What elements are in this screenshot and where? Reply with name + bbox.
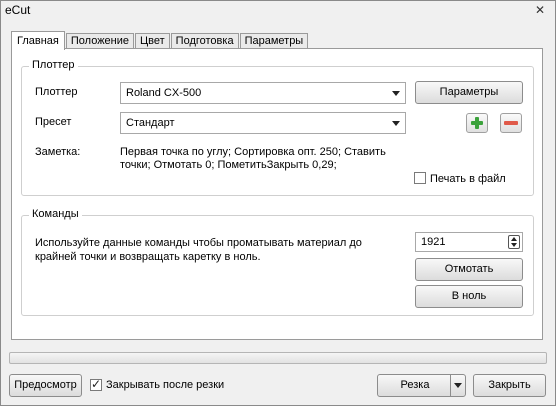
rewind-amount-value: 1921	[421, 236, 446, 248]
title-bar: eCut ✕	[1, 1, 555, 21]
preset-label: Пресет	[35, 116, 72, 128]
note-label: Заметка:	[35, 146, 81, 158]
rewind-amount-spinbox[interactable]: 1921	[415, 232, 523, 252]
progress-bar	[9, 352, 547, 364]
chevron-down-icon	[392, 121, 400, 126]
close-icon[interactable]: ✕	[531, 2, 549, 18]
tab-bar: Главная Положение Цвет Подготовка Параме…	[11, 31, 309, 50]
commands-description: Используйте данные команды чтобы проматы…	[35, 236, 362, 264]
close-button[interactable]: Закрыть	[473, 374, 546, 397]
preview-button[interactable]: Предосмотр	[9, 374, 82, 397]
tab-color[interactable]: Цвет	[135, 33, 170, 49]
tab-position[interactable]: Положение	[65, 33, 135, 49]
plotter-select-value: Roland CX-500	[126, 87, 202, 99]
plotter-group: Плоттер Плоттер Roland CX-500 Параметры …	[21, 59, 534, 196]
plotter-label: Плоттер	[35, 86, 78, 98]
to-zero-button[interactable]: В ноль	[415, 285, 523, 308]
spin-arrows-icon[interactable]	[508, 235, 520, 249]
commands-group: Команды Используйте данные команды чтобы…	[21, 208, 534, 316]
close-after-cut-checkbox[interactable]	[90, 377, 102, 391]
main-tab-panel: Плоттер Плоттер Roland CX-500 Параметры …	[11, 48, 543, 340]
tab-parameters[interactable]: Параметры	[239, 33, 309, 49]
cut-dropdown-chevron-icon[interactable]	[450, 375, 465, 396]
cut-button-label[interactable]: Резка	[378, 375, 452, 396]
chevron-down-icon	[392, 91, 400, 96]
ecut-window: eCut ✕ Главная Положение Цвет Подготовка…	[0, 0, 556, 406]
add-preset-plus-icon[interactable]	[466, 113, 488, 133]
remove-preset-minus-icon[interactable]	[500, 113, 522, 133]
commands-group-title: Команды	[29, 208, 82, 220]
commands-desc-line-1: Используйте данные команды чтобы проматы…	[35, 237, 362, 249]
note-line-2: точки; Отмотать 0; ПометитьЗакрыть 0,29;	[120, 159, 337, 171]
note-text: Первая точка по углу; Сортировка опт. 25…	[120, 146, 386, 172]
tab-preparation[interactable]: Подготовка	[170, 33, 239, 49]
tab-main[interactable]: Главная	[11, 31, 65, 50]
print-to-file-label: Печать в файл	[430, 173, 506, 185]
plotter-group-title: Плоттер	[29, 59, 78, 71]
preset-select-value: Стандарт	[126, 117, 175, 129]
preset-select[interactable]: Стандарт	[120, 112, 406, 134]
rewind-button[interactable]: Отмотать	[415, 258, 523, 281]
window-title: eCut	[5, 3, 31, 17]
plotter-params-button[interactable]: Параметры	[415, 81, 523, 104]
close-after-cut-label: Закрывать после резки	[106, 379, 225, 391]
commands-desc-line-2: крайней точки и возвращать каретку в нол…	[35, 251, 261, 263]
note-line-1: Первая точка по углу; Сортировка опт. 25…	[120, 146, 386, 158]
print-to-file-checkbox[interactable]	[414, 172, 426, 184]
plotter-select[interactable]: Roland CX-500	[120, 82, 406, 104]
cut-split-button[interactable]: Резка	[377, 374, 466, 397]
